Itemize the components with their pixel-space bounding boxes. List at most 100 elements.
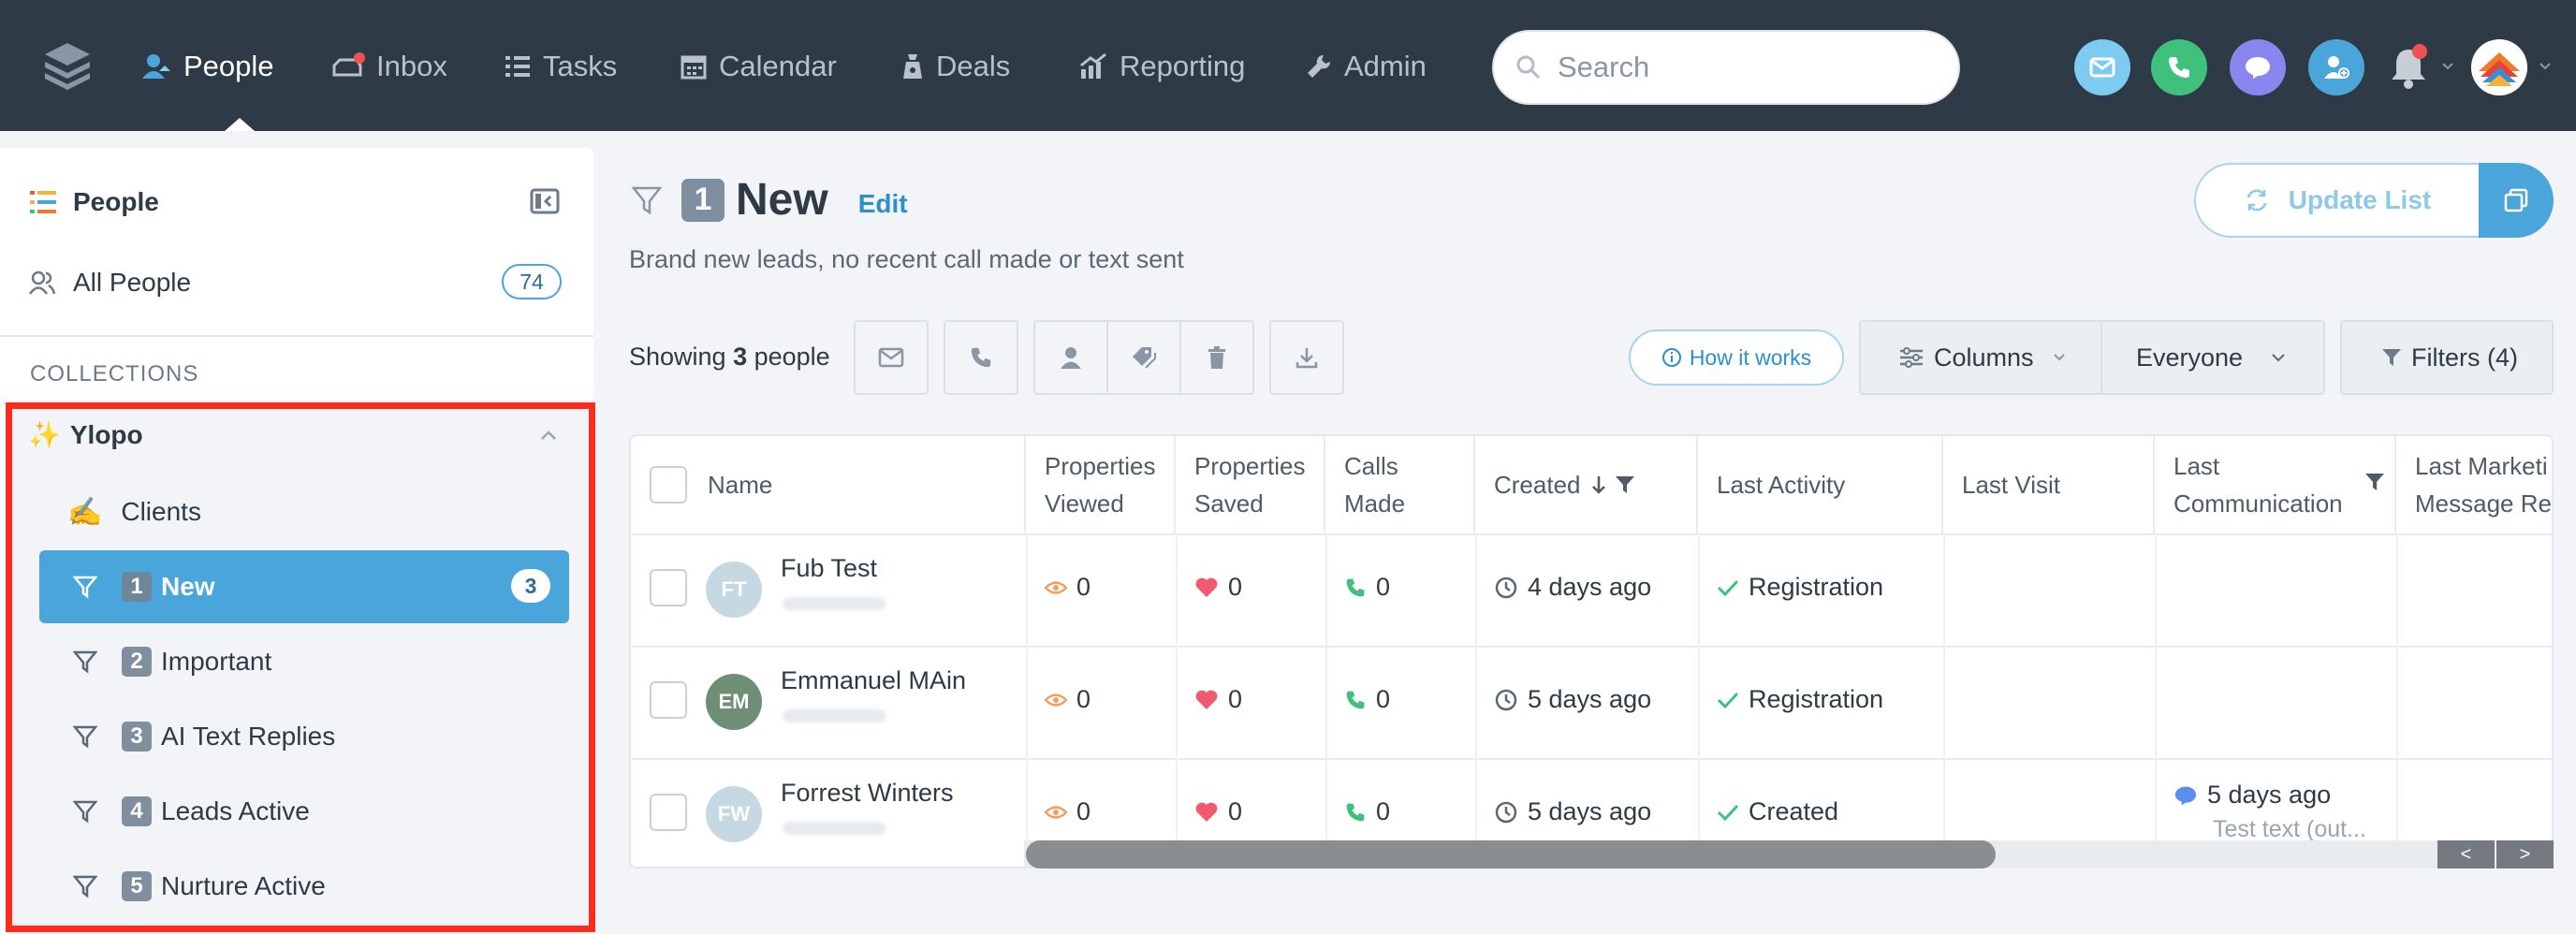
column-header-last-activity[interactable]: Last Activity (1698, 436, 1943, 533)
select-all-checkbox[interactable] (650, 466, 687, 503)
bulk-call-button[interactable] (944, 320, 1018, 395)
export-button[interactable] (1269, 320, 1344, 395)
person-name-link[interactable]: Emmanuel MAin (781, 666, 966, 695)
chevron-down-icon (2053, 353, 2066, 362)
app-logo-icon[interactable] (41, 37, 94, 90)
columns-dropdown[interactable]: Columns (1859, 320, 2102, 395)
person-add-icon (2322, 53, 2350, 81)
calls-made-cell: 0 (1344, 573, 1390, 602)
person-name-link[interactable]: Fub Test (781, 554, 877, 583)
sliders-icon (1898, 346, 1925, 369)
bell-icon (2388, 44, 2431, 91)
filters-label: Filters (4) (2411, 343, 2518, 372)
nav-tasks[interactable]: Tasks (504, 43, 617, 90)
column-header-properties-saved[interactable]: Properties Saved (1176, 436, 1325, 533)
person-icon (1059, 345, 1083, 370)
created-cell: 5 days ago (1494, 797, 1651, 826)
inbox-icon (331, 52, 365, 80)
column-header-calls-made[interactable]: Calls Made (1325, 436, 1475, 533)
row-divider (631, 533, 2552, 535)
edit-list-link[interactable]: Edit (858, 189, 908, 219)
chevron-down-icon[interactable] (2539, 62, 2552, 71)
phone-icon (1344, 689, 1367, 711)
filter-icon[interactable] (1615, 474, 1635, 495)
column-header-last-communication[interactable]: Last Communication (2155, 436, 2396, 533)
row-divider (631, 758, 2552, 760)
sidebar-title: People (28, 187, 159, 217)
phone-icon (2166, 54, 2192, 80)
how-it-works-button[interactable]: How it works (1629, 329, 1844, 386)
delete-button[interactable] (1179, 320, 1254, 395)
column-header-created[interactable]: Created (1475, 436, 1698, 533)
column-header-last-marketing-message[interactable]: Last Marketi Message Re (2396, 436, 2552, 533)
created-cell: 5 days ago (1494, 685, 1651, 714)
nav-reporting-label: Reporting (1120, 50, 1246, 82)
column-header-properties-viewed[interactable]: Properties Viewed (1026, 436, 1176, 533)
sidebar-item-all-people[interactable]: All People (28, 268, 191, 298)
filters-button[interactable]: Filters (4) (2340, 320, 2554, 395)
avatar[interactable]: EM (706, 674, 762, 730)
nav-calendar-label: Calendar (719, 50, 837, 82)
people-icon (28, 269, 56, 297)
calls-made-cell: 0 (1344, 685, 1390, 714)
nav-deals[interactable]: Deals (900, 43, 1010, 90)
nav-reporting[interactable]: Reporting (1078, 43, 1245, 90)
tag-button[interactable] (1106, 320, 1181, 395)
nav-admin[interactable]: Admin (1305, 43, 1427, 90)
last-communication-preview: Test text (out... (2213, 816, 2366, 842)
all-people-count-badge: 74 (502, 264, 562, 299)
wrench-icon (1305, 52, 1333, 80)
chat-action-button[interactable] (2230, 39, 2286, 95)
horizontal-scrollbar-thumb[interactable] (1026, 840, 1996, 868)
copy-icon (2503, 187, 2529, 213)
created-cell: 4 days ago (1494, 573, 1651, 602)
copy-list-button[interactable] (2479, 163, 2554, 238)
chevron-down-icon (2271, 353, 2286, 362)
bulk-email-button[interactable] (854, 320, 929, 395)
page-title-text: New (736, 175, 828, 225)
user-avatar[interactable] (2471, 39, 2527, 95)
scroll-right-button[interactable]: > (2496, 840, 2554, 868)
filter-icon (631, 184, 663, 216)
add-person-action-button[interactable] (2308, 39, 2364, 95)
collapse-sidebar-button[interactable] (530, 187, 560, 215)
deals-icon (900, 52, 925, 80)
row-checkbox[interactable] (650, 794, 687, 831)
last-communication-cell: 5 days ago (2174, 781, 2331, 810)
nav-inbox[interactable]: Inbox (331, 43, 447, 90)
nav-calendar[interactable]: Calendar (680, 43, 837, 90)
avatar[interactable]: FT (706, 562, 762, 618)
phone-icon (969, 345, 993, 370)
column-header-name[interactable]: Name (631, 436, 1026, 533)
search-icon (1515, 53, 1543, 81)
chevron-down-icon[interactable] (2441, 62, 2454, 71)
search-input[interactable] (1558, 51, 1932, 84)
column-header-last-visit[interactable]: Last Visit (1943, 436, 2155, 533)
filter-icon[interactable] (2364, 472, 2385, 492)
heart-icon (1194, 576, 1219, 599)
update-list-button[interactable]: Update List (2194, 163, 2481, 238)
person-name-link[interactable]: Forrest Winters (781, 779, 954, 808)
row-divider (631, 646, 2552, 648)
last-activity-cell: Registration (1717, 685, 1883, 714)
email-action-button[interactable] (2074, 39, 2130, 95)
eye-icon (1045, 692, 1067, 708)
nav-people[interactable]: People (140, 43, 274, 90)
row-checkbox[interactable] (650, 681, 687, 719)
filter-icon (2381, 347, 2402, 368)
global-search[interactable] (1492, 30, 1960, 105)
nav-inbox-label: Inbox (376, 50, 447, 82)
scroll-left-button[interactable]: < (2437, 840, 2495, 868)
clock-icon (1494, 688, 1518, 712)
person-stage-blurred (783, 597, 886, 610)
row-checkbox[interactable] (650, 569, 687, 606)
notifications-button[interactable] (2383, 39, 2436, 95)
page-title: 1 New Edit (631, 174, 908, 226)
nav-people-label: People (183, 50, 274, 82)
avatar[interactable]: FW (706, 786, 762, 842)
everyone-dropdown[interactable]: Everyone (2100, 320, 2325, 395)
active-nav-indicator (225, 118, 255, 131)
call-action-button[interactable] (2151, 39, 2207, 95)
eye-icon (1045, 579, 1067, 596)
assign-agent-button[interactable] (1033, 320, 1108, 395)
